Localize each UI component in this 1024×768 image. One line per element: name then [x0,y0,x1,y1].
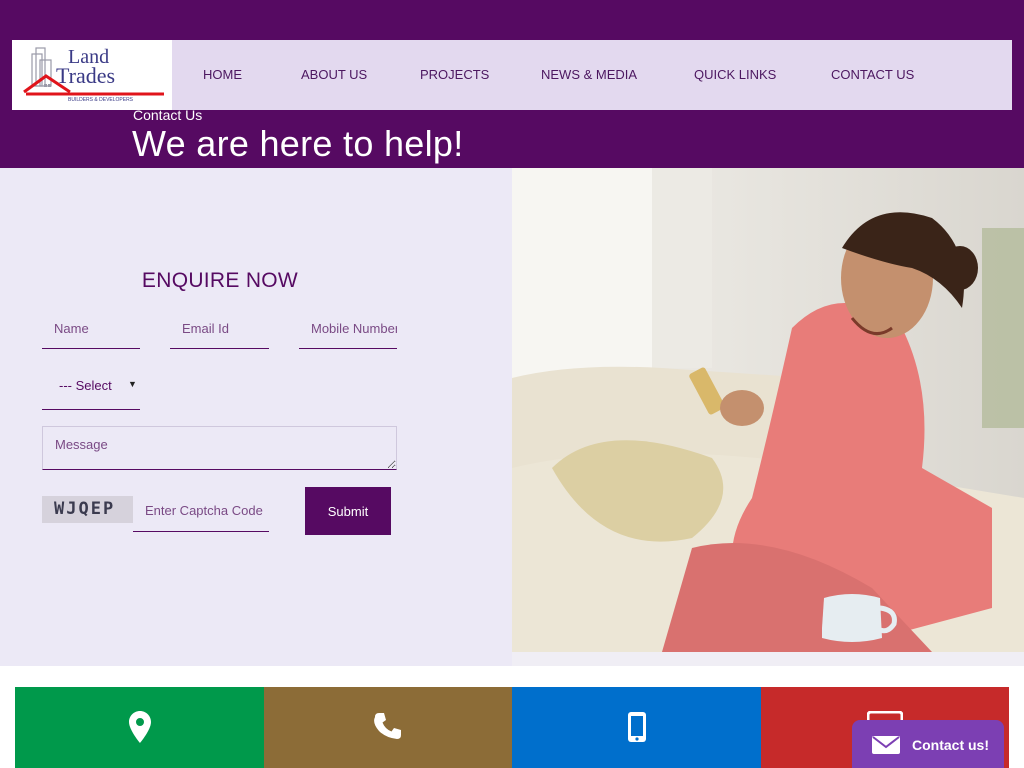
project-select[interactable]: --- Select ▼ [42,366,140,410]
woman-on-sofa-photo [512,168,1024,652]
nav-projects[interactable]: PROJECTS [420,67,489,82]
mobile-tile[interactable] [512,687,761,768]
mobile-icon [627,712,646,742]
address-tile[interactable] [15,687,264,768]
form-bottom-strip [0,652,512,666]
logo-text-trades: Trades [56,63,115,88]
submit-button[interactable]: Submit [305,487,391,535]
logo[interactable]: Land Trades BUILDERS & DEVELOPERS [12,40,172,110]
enquire-title: ENQUIRE NOW [141,269,299,292]
envelope-icon [872,736,900,754]
captcha-input[interactable] [133,490,269,532]
dropdown-arrow-icon: ▼ [128,379,137,389]
nav-contact-us[interactable]: CONTACT US [831,67,914,82]
contact-us-chip-label: Contact us! [912,737,989,753]
captcha-image: WJQEP [42,496,133,523]
enquiry-form-panel: ENQUIRE NOW --- Select ▼ WJQEP Submit [0,168,512,666]
nav-quick-links[interactable]: QUICK LINKS [694,67,776,82]
phone-icon [374,713,401,739]
phone-tile[interactable] [264,687,512,768]
nav-home[interactable]: HOME [203,67,242,82]
contact-us-chip[interactable]: Contact us! [852,720,1004,768]
location-pin-icon [128,711,151,743]
page-title: We are here to help! [132,123,464,164]
breadcrumb: Contact Us [133,107,203,123]
logo-graphic: Land Trades BUILDERS & DEVELOPERS [23,46,164,103]
message-textarea[interactable] [42,426,397,470]
name-input[interactable] [42,308,140,349]
navbar: Land Trades BUILDERS & DEVELOPERS HOME A… [12,40,1012,110]
select-value: --- Select [59,378,112,393]
nav-about-us[interactable]: ABOUT US [301,67,367,82]
logo-tagline: BUILDERS & DEVELOPERS [68,97,134,103]
nav-news-media[interactable]: NEWS & MEDIA [541,67,637,82]
email-input[interactable] [170,308,269,349]
mobile-input[interactable] [299,308,397,349]
